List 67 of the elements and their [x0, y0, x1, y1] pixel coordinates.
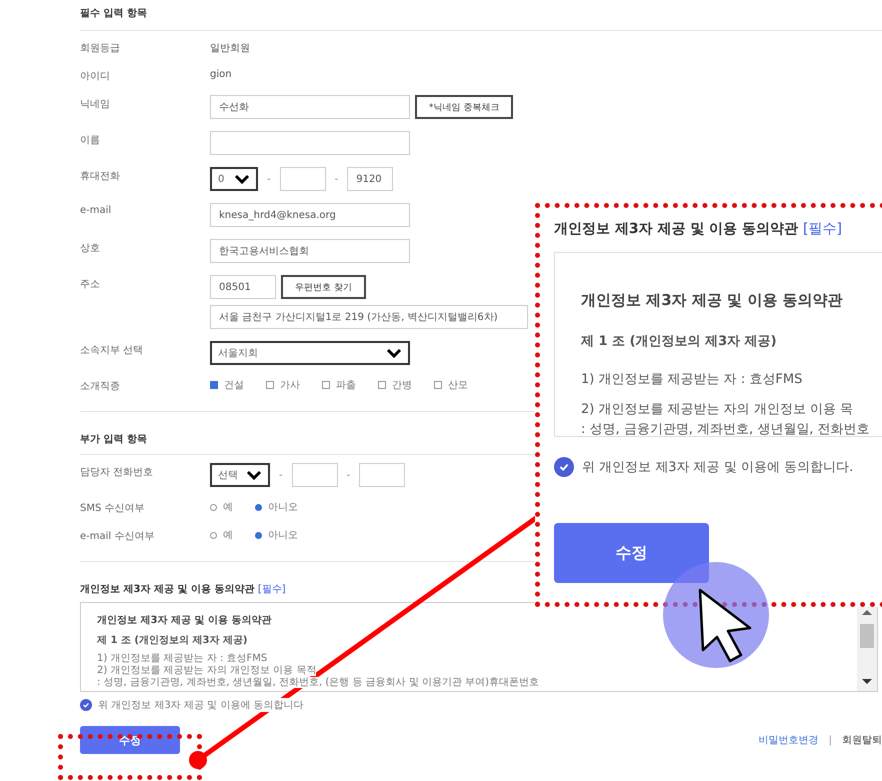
input-field[interactable]: knesa_hrd4@knesa.org — [210, 203, 410, 227]
chevron-icon — [386, 348, 402, 358]
dash: - — [346, 470, 352, 480]
radio-option[interactable]: 예 — [210, 528, 233, 542]
chevron-icon — [246, 470, 262, 480]
dash: - — [278, 470, 284, 480]
cursor-icon — [698, 588, 752, 662]
agree-checkbox[interactable]: 위 개인정보 제3자 제공 및 이용에 동의합니다. — [554, 457, 882, 477]
separator: | — [828, 734, 832, 746]
input-field[interactable]: 9120 — [347, 167, 394, 191]
input-field[interactable]: 08501 — [210, 275, 276, 299]
input-field[interactable] — [210, 131, 410, 155]
field-label: 휴대전화 — [80, 170, 121, 183]
terms-title: 개인정보 제3자 제공 및 이용 동의약관 [필수] — [554, 220, 843, 238]
terms-article: 제 1 조 (개인정보의 제3자 제공) — [97, 634, 248, 647]
field-label: 주소 — [80, 278, 101, 291]
section-title: 필수 입력 항목 — [80, 6, 882, 31]
input-field[interactable]: 수선화 — [210, 95, 410, 119]
field-value: gion — [210, 68, 233, 80]
withdraw-link[interactable]: 회원탈퇴 — [842, 733, 882, 747]
terms-article: 제 1 조 (개인정보의 제3자 제공) — [581, 333, 778, 350]
terms-line: : 성명, 금융기관명, 계좌번호, 생년월일, 전화번호 — [581, 421, 871, 438]
field-label: e-mail — [80, 204, 112, 216]
scroll-up-icon — [861, 609, 873, 616]
zipcode-button[interactable]: 우편번호 찾기 — [281, 275, 366, 299]
terms-heading: 개인정보 제3자 제공 및 이용 동의약관 — [581, 291, 844, 310]
field-label: 상호 — [80, 242, 101, 255]
terms-heading: 개인정보 제3자 제공 및 이용 동의약관 — [97, 614, 272, 627]
input-field[interactable] — [359, 463, 406, 487]
field-label: 소속지부 선택 — [80, 344, 144, 357]
select-field[interactable]: 0 — [210, 167, 258, 191]
chevron-icon — [234, 174, 250, 184]
terms-line: 1) 개인정보를 제공받는 자 : 효성FMS — [581, 371, 804, 388]
checkbox-option[interactable]: 간병 — [378, 378, 412, 392]
checkmark-icon — [558, 461, 570, 473]
submit-button[interactable]: 수정 — [554, 523, 709, 583]
field-label: 닉네임 — [80, 98, 111, 111]
checkbox-option[interactable]: 가사 — [266, 378, 300, 392]
dash: - — [266, 174, 272, 184]
field-label: e-mail 수신여부 — [80, 530, 156, 543]
scroll-down-icon — [861, 678, 873, 685]
field-label: 아이디 — [80, 70, 111, 83]
input-field[interactable]: 서울 금천구 가산디지털1로 219 (가산동, 벽산디지털밸리6차) — [210, 305, 528, 329]
input-field[interactable] — [292, 463, 338, 487]
select-field[interactable]: 서울지회 — [210, 341, 410, 365]
checkbox-option[interactable]: 산모 — [434, 378, 468, 392]
field-label: SMS 수신여부 — [80, 502, 146, 515]
check-button[interactable]: *닉네임 중복체크 — [415, 95, 514, 119]
terms-title: 개인정보 제3자 제공 및 이용 동의약관 [필수] — [80, 583, 287, 596]
input-field[interactable] — [280, 167, 326, 191]
checkbox-option[interactable]: 파출 — [322, 378, 356, 392]
field-value: 일반회원 — [210, 42, 251, 55]
terms-line: 2) 개인정보를 제공받는 자의 개인정보 이용 목 — [581, 401, 854, 418]
field-label: 담당자 전화번호 — [80, 466, 154, 479]
scroll-thumb[interactable] — [860, 624, 874, 648]
select-field[interactable]: 선택 — [210, 463, 270, 487]
checkbox-option[interactable]: 건설 — [210, 378, 244, 392]
radio-option[interactable]: 아니오 — [255, 500, 298, 514]
checkmark-icon — [82, 701, 90, 709]
field-label: 회원등급 — [80, 42, 121, 55]
dash: - — [334, 174, 340, 184]
input-field[interactable]: 한국고용서비스협회 — [210, 239, 410, 263]
field-label: 소개직종 — [80, 380, 121, 393]
radio-option[interactable]: 예 — [210, 500, 233, 514]
change-password-link[interactable]: 비밀번호변경 — [758, 733, 819, 747]
radio-option[interactable]: 아니오 — [255, 528, 298, 542]
field-label: 이름 — [80, 134, 101, 147]
